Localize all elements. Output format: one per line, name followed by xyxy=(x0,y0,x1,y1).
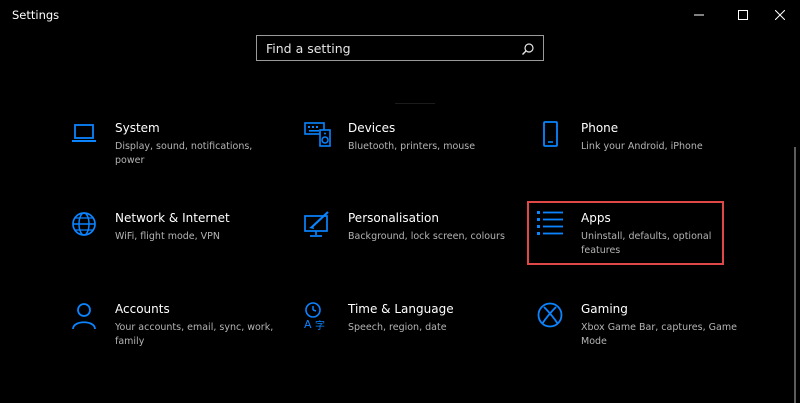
search-icon[interactable] xyxy=(521,41,535,55)
category-description: Your accounts, email, sync, work, family xyxy=(115,322,274,347)
category-description: Background, lock screen, colours xyxy=(348,231,505,242)
laptop-icon xyxy=(71,121,99,149)
category-description: Speech, region, date xyxy=(348,322,447,333)
maximize-icon xyxy=(738,10,748,20)
category-name: Network & Internet xyxy=(115,211,230,225)
search-input[interactable]: Find a setting xyxy=(266,41,351,56)
category-name: Gaming xyxy=(581,302,628,316)
scrollbar-thumb[interactable] xyxy=(794,147,796,403)
person-icon xyxy=(71,302,99,330)
paint-monitor-icon xyxy=(304,211,332,239)
apps-highlight-box xyxy=(527,201,724,265)
keyboard-speaker-icon xyxy=(304,121,332,149)
search-box[interactable]: Find a setting xyxy=(256,35,544,61)
category-gaming[interactable]: Gaming Xbox Game Bar, captures, Game Mod… xyxy=(537,302,747,362)
category-description: WiFi, flight mode, VPN xyxy=(115,231,221,242)
category-description: Display, sound, notifications, power xyxy=(115,141,253,166)
svg-text:字: 字 xyxy=(315,319,325,330)
phone-icon xyxy=(537,121,565,149)
category-phone[interactable]: Phone Link your Android, iPhone xyxy=(537,121,747,181)
close-icon xyxy=(775,10,785,20)
category-name: Time & Language xyxy=(348,302,454,316)
minimize-button[interactable] xyxy=(683,0,715,30)
category-system[interactable]: System Display, sound, notifications, po… xyxy=(71,121,281,181)
svg-text:A: A xyxy=(304,318,312,330)
category-name: Devices xyxy=(348,121,396,135)
category-name: Accounts xyxy=(115,302,170,316)
close-button[interactable] xyxy=(764,0,796,30)
category-network-internet[interactable]: Network & Internet WiFi, flight mode, VP… xyxy=(71,211,281,271)
category-name: Personalisation xyxy=(348,211,439,225)
scrollbar[interactable] xyxy=(790,30,800,403)
divider xyxy=(395,103,435,104)
globe-icon xyxy=(71,211,99,239)
maximize-button[interactable] xyxy=(727,0,759,30)
window-title: Settings xyxy=(12,8,60,22)
category-name: Phone xyxy=(581,121,619,135)
xbox-icon xyxy=(537,302,565,330)
settings-window: Settings Find a setting System Display, … xyxy=(0,0,800,403)
minimize-icon xyxy=(694,10,704,20)
category-time-language[interactable]: A 字 Time & Language Speech, region, date xyxy=(304,302,514,362)
category-personalisation[interactable]: Personalisation Background, lock screen,… xyxy=(304,211,514,271)
time-language-icon: A 字 xyxy=(304,302,332,330)
category-accounts[interactable]: Accounts Your accounts, email, sync, wor… xyxy=(71,302,281,362)
category-devices[interactable]: Devices Bluetooth, printers, mouse xyxy=(304,121,514,181)
category-name: System xyxy=(115,121,160,135)
category-description: Link your Android, iPhone xyxy=(581,141,703,152)
title-bar: Settings xyxy=(0,0,800,30)
category-description: Bluetooth, printers, mouse xyxy=(348,141,476,152)
category-description: Xbox Game Bar, captures, Game Mode xyxy=(581,322,737,347)
